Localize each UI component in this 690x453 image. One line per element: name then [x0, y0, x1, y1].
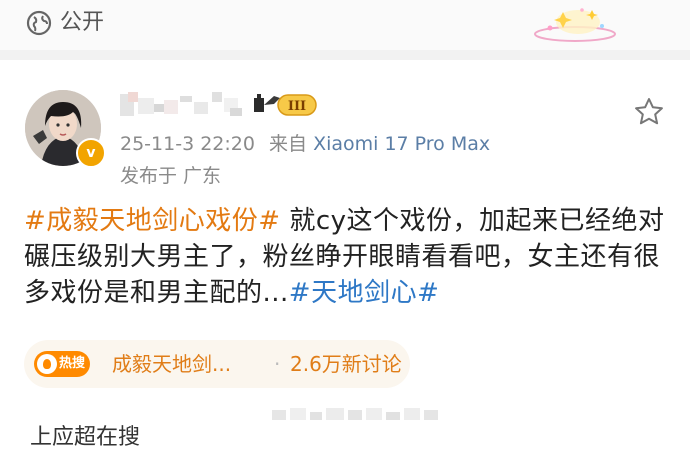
level-badge-icon[interactable]: III: [252, 92, 318, 118]
username-blurred[interactable]: [120, 88, 248, 120]
hot-search-chip[interactable]: 热搜 成毅天地剑... · 2.6万新讨论: [24, 340, 410, 388]
hashtag-link[interactable]: #成毅天地剑心戏份#: [24, 206, 281, 236]
separator-dot: ·: [274, 352, 281, 376]
verified-mark: v: [86, 145, 96, 161]
discussion-count: 2.6万新讨论: [290, 352, 402, 376]
device-link[interactable]: Xiaomi 17 Pro Max: [313, 133, 490, 155]
hashtag-link[interactable]: #天地剑心#: [289, 278, 440, 308]
fire-icon: [37, 354, 57, 374]
hot-search-badge-label: 热搜: [59, 356, 86, 371]
blurred-content: [272, 408, 438, 420]
source-prefix: 来自: [269, 133, 308, 155]
hot-topic-label: 成毅天地剑...: [112, 352, 232, 376]
sparkle-decoration-icon: [534, 8, 616, 42]
post-meta: 25-11-3 22:20 来自 Xiaomi 17 Pro Max: [120, 130, 490, 158]
star-icon[interactable]: [633, 96, 665, 128]
hot-search-badge: 热搜: [34, 351, 90, 377]
level-label: III: [288, 99, 306, 114]
location-label: 发布于 广东: [120, 165, 222, 187]
globe-icon: [26, 10, 52, 36]
verified-badge: v: [76, 138, 106, 168]
visibility-label[interactable]: 公开: [60, 8, 104, 38]
divider: [0, 50, 690, 60]
timestamp: 25-11-3 22:20: [120, 133, 255, 155]
related-search-header: 上应超在搜: [30, 425, 141, 450]
post-body: #成毅天地剑心戏份# 就cy这个戏份，加起来已经绝对碾压级别大男主了，粉丝睁开眼…: [24, 203, 674, 311]
